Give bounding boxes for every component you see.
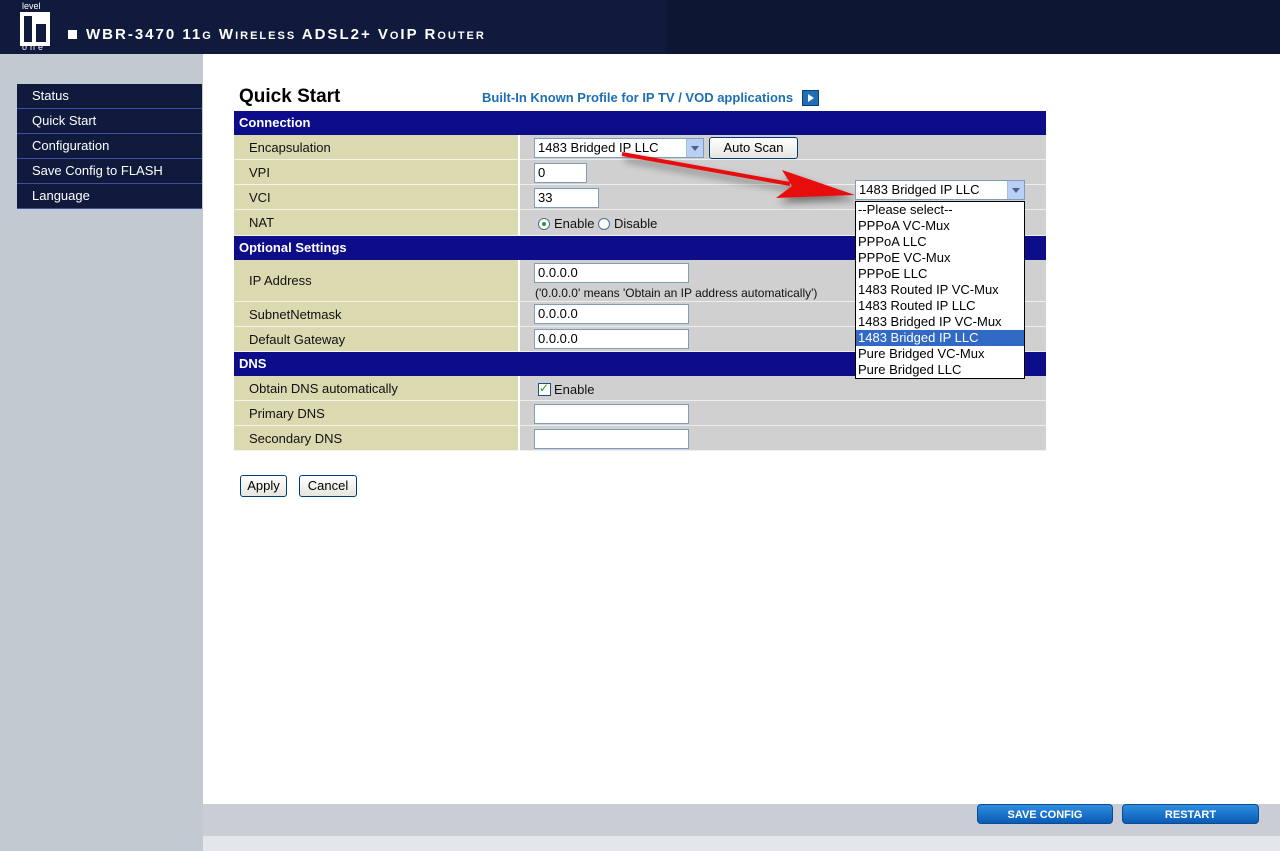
logo-text-bottom: one	[22, 42, 47, 52]
ip-address-note: ('0.0.0.0' means 'Obtain an IP address a…	[535, 286, 818, 300]
vci-label: VCI	[234, 185, 518, 210]
chevron-down-icon	[1007, 181, 1024, 199]
dropdown-option-selected[interactable]: 1483 Bridged IP LLC	[856, 330, 1024, 346]
annotation-arrow-icon	[621, 152, 855, 198]
play-arrow-icon[interactable]	[802, 90, 819, 106]
restart-button[interactable]: RESTART	[1122, 804, 1259, 824]
dropdown-option[interactable]: PPPoE VC-Mux	[856, 250, 1024, 266]
dropdown-option[interactable]: Pure Bridged LLC	[856, 362, 1024, 378]
dropdown-option[interactable]: 1483 Routed IP VC-Mux	[856, 282, 1024, 298]
subnet-mask-input[interactable]: 0.0.0.0	[534, 304, 689, 324]
obtain-dns-checkbox[interactable]	[538, 381, 551, 396]
secondary-dns-input[interactable]	[534, 429, 689, 449]
dropdown-option[interactable]: PPPoE LLC	[856, 266, 1024, 282]
ip-address-label: IP Address	[234, 260, 518, 302]
nat-enable-radio[interactable]	[538, 218, 550, 230]
sidebar-menu: Status Quick Start Configuration Save Co…	[17, 84, 202, 209]
obtain-dns-enable-label: Enable	[554, 382, 595, 397]
brand-logo: level one	[0, 0, 62, 54]
encapsulation-dropdown-select[interactable]: 1483 Bridged IP LLC	[855, 180, 1025, 200]
dropdown-option[interactable]: Pure Bridged VC-Mux	[856, 346, 1024, 362]
sidebar-item-language[interactable]: Language	[17, 184, 202, 209]
save-config-button[interactable]: SAVE CONFIG	[977, 804, 1113, 824]
dropdown-option[interactable]: --Please select--	[856, 202, 1024, 218]
row-obtain-dns: Obtain DNS automatically	[234, 376, 1046, 401]
ip-address-input[interactable]: 0.0.0.0	[534, 263, 689, 283]
default-gateway-input[interactable]: 0.0.0.0	[534, 329, 689, 349]
primary-dns-label: Primary DNS	[234, 401, 518, 426]
logo-text-top: level	[22, 1, 41, 11]
apply-button[interactable]: Apply	[240, 475, 287, 497]
dropdown-option[interactable]: PPPoA LLC	[856, 234, 1024, 250]
dropdown-options-list: --Please select-- PPPoA VC-Mux PPPoA LLC…	[855, 201, 1025, 379]
dropdown-option[interactable]: 1483 Bridged IP VC-Mux	[856, 314, 1024, 330]
nat-label: NAT	[234, 210, 518, 236]
nat-enable-label: Enable	[554, 216, 595, 231]
title-bullet-icon	[68, 30, 77, 39]
primary-dns-input[interactable]	[534, 404, 689, 424]
encapsulation-label: Encapsulation	[234, 135, 518, 160]
subnet-mask-label: SubnetNetmask	[234, 302, 518, 327]
vpi-input[interactable]: 0	[534, 163, 587, 183]
secondary-dns-label: Secondary DNS	[234, 426, 518, 451]
section-connection: Connection	[234, 111, 1046, 135]
sidebar-item-quick-start[interactable]: Quick Start	[17, 109, 202, 134]
default-gateway-label: Default Gateway	[234, 327, 518, 352]
logo-mark-icon	[20, 12, 50, 46]
dropdown-option[interactable]: PPPoA VC-Mux	[856, 218, 1024, 234]
header-right-panel	[666, 0, 1280, 54]
obtain-dns-cell	[520, 376, 1046, 401]
dropdown-option[interactable]: 1483 Routed IP LLC	[856, 298, 1024, 314]
header-bar: level one WBR-3470 11g Wireless ADSL2+ V…	[0, 0, 1280, 54]
sidebar-item-save-config[interactable]: Save Config to FLASH	[17, 159, 202, 184]
content-footer-strip	[203, 836, 1280, 851]
sidebar-item-configuration[interactable]: Configuration	[17, 134, 202, 159]
dropdown-selected-value: 1483 Bridged IP LLC	[859, 182, 980, 197]
profile-link[interactable]: Built-In Known Profile for IP TV / VOD a…	[482, 90, 793, 105]
sidebar-item-status[interactable]: Status	[17, 84, 202, 109]
router-title: WBR-3470 11g Wireless ADSL2+ VoIP Router	[86, 26, 486, 43]
obtain-dns-label: Obtain DNS automatically	[234, 376, 518, 401]
cancel-button[interactable]: Cancel	[299, 475, 357, 497]
vci-input[interactable]: 33	[534, 188, 599, 208]
page-title: Quick Start	[239, 86, 341, 107]
vpi-label: VPI	[234, 160, 518, 185]
content-footer-bar	[203, 804, 1280, 836]
